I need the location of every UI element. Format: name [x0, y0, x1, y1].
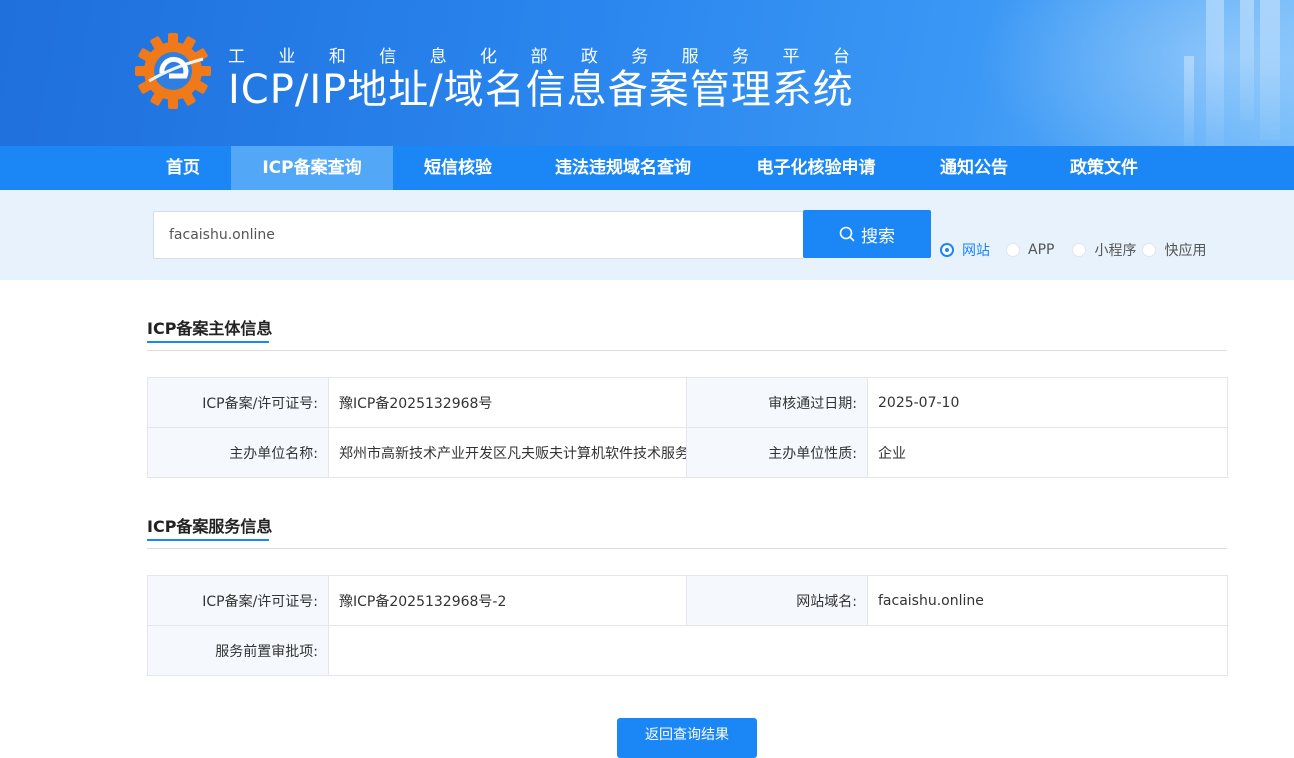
subtitle-char: 和 — [328, 47, 346, 67]
subject-info-table: ICP备案/许可证号: 豫ICP备2025132968号 审核通过日期: 202… — [147, 377, 1228, 478]
radio-website[interactable]: 网站 — [940, 240, 990, 260]
radio-unchecked-icon — [1072, 243, 1087, 257]
subtitle-char: 部 — [530, 47, 548, 67]
nav-notices[interactable]: 通知公告 — [926, 146, 1022, 190]
radio-mini-program[interactable]: 小程序 — [1072, 240, 1136, 260]
header-banner: 工 业 和 信 息 化 部 政 务 服 务 平 台 ICP/IP地址/域名信息备案管理系统 — [0, 0, 1294, 146]
field-label: 主办单位性质: — [686, 427, 868, 478]
section-title-text: ICP备案主体信息 — [147, 319, 273, 338]
nav-electronic-verify[interactable]: 电子化核验申请 — [740, 146, 892, 190]
subtitle-char: 平 — [782, 47, 800, 67]
license-number-value: 豫ICP备2025132968号 — [328, 377, 687, 428]
service-info-table: ICP备案/许可证号: 豫ICP备2025132968号-2 网站域名: fac… — [147, 575, 1228, 676]
section-title-text: ICP备案服务信息 — [147, 517, 273, 536]
banner-decoration — [1184, 56, 1194, 146]
divider — [147, 548, 1227, 549]
search-icon — [839, 226, 855, 242]
table-row: 服务前置审批项: — [147, 625, 1228, 676]
service-license-value: 豫ICP备2025132968号-2 — [328, 575, 687, 626]
radio-unchecked-icon — [1142, 243, 1157, 257]
back-to-results-button[interactable]: 返回查询结果 — [617, 718, 757, 758]
nav-illegal-domain-query[interactable]: 违法违规域名查询 — [540, 146, 706, 190]
field-label: 网站域名: — [686, 575, 868, 626]
nav-home[interactable]: 首页 — [146, 146, 220, 190]
search-button-label: 搜索 — [861, 226, 895, 247]
radio-checked-icon — [940, 243, 954, 257]
table-row: ICP备案/许可证号: 豫ICP备2025132968号-2 网站域名: fac… — [147, 575, 1228, 626]
radio-label: 小程序 — [1094, 243, 1137, 259]
organizer-name-value: 郑州市高新技术产业开发区凡夫贩夫计算机软件技术服务 — [328, 427, 687, 478]
banner-decoration — [1260, 0, 1280, 140]
section-title-subject: ICP备案主体信息 — [147, 315, 273, 343]
radio-label: 快应用 — [1164, 243, 1207, 259]
website-domain-value: facaishu.online — [867, 575, 1228, 626]
nav-sms-verify[interactable]: 短信核验 — [406, 146, 510, 190]
ministry-subtitle: 工业和信息化部政务服务平台 — [228, 42, 850, 67]
banner-decoration — [1206, 0, 1224, 146]
subtitle-char: 服 — [681, 47, 699, 67]
nav-policy[interactable]: 政策文件 — [1056, 146, 1152, 190]
subtitle-char: 政 — [580, 47, 598, 67]
radio-label: 网站 — [962, 243, 990, 259]
field-label: ICP备案/许可证号: — [147, 575, 329, 626]
section-title-underline — [147, 341, 269, 343]
search-area: facaishu.online 搜索 网站 APP 小程序 快应用 — [0, 190, 1294, 280]
system-title: ICP/IP地址/域名信息备案管理系统 — [228, 67, 854, 113]
table-row: ICP备案/许可证号: 豫ICP备2025132968号 审核通过日期: 202… — [147, 377, 1228, 428]
field-label: 主办单位名称: — [147, 427, 329, 478]
subtitle-char: 台 — [832, 47, 850, 67]
search-button[interactable]: 搜索 — [803, 210, 931, 258]
section-title-underline — [147, 539, 269, 541]
radio-label: APP — [1028, 242, 1055, 258]
subtitle-char: 信 — [379, 47, 397, 67]
field-label: 审核通过日期: — [686, 377, 868, 428]
pre-approval-value — [328, 625, 1228, 676]
main-nav: 首页 ICP备案查询 短信核验 违法违规域名查询 电子化核验申请 通知公告 政策… — [0, 146, 1294, 190]
banner-decoration — [1240, 0, 1254, 120]
search-type-group: 网站 APP 小程序 快应用 — [940, 240, 1216, 260]
divider — [147, 350, 1227, 351]
approval-date-value: 2025-07-10 — [867, 377, 1228, 428]
subtitle-char: 务 — [631, 47, 649, 67]
nav-icp-query[interactable]: ICP备案查询 — [231, 146, 393, 190]
radio-quick-app[interactable]: 快应用 — [1142, 240, 1206, 260]
radio-app[interactable]: APP — [1006, 242, 1054, 258]
table-row: 主办单位名称: 郑州市高新技术产业开发区凡夫贩夫计算机软件技术服务 主办单位性质… — [147, 427, 1228, 478]
subtitle-char: 化 — [480, 47, 498, 67]
section-title-service: ICP备案服务信息 — [147, 513, 273, 541]
subtitle-char: 业 — [278, 47, 296, 67]
subtitle-char: 务 — [732, 47, 750, 67]
radio-unchecked-icon — [1006, 243, 1020, 257]
field-label: 服务前置审批项: — [147, 625, 329, 676]
search-input[interactable]: facaishu.online — [153, 211, 803, 259]
subtitle-char: 工 — [228, 47, 245, 67]
field-label: ICP备案/许可证号: — [147, 377, 329, 428]
subtitle-char: 息 — [429, 47, 447, 67]
organizer-type-value: 企业 — [867, 427, 1228, 478]
miit-logo-icon — [135, 33, 211, 109]
